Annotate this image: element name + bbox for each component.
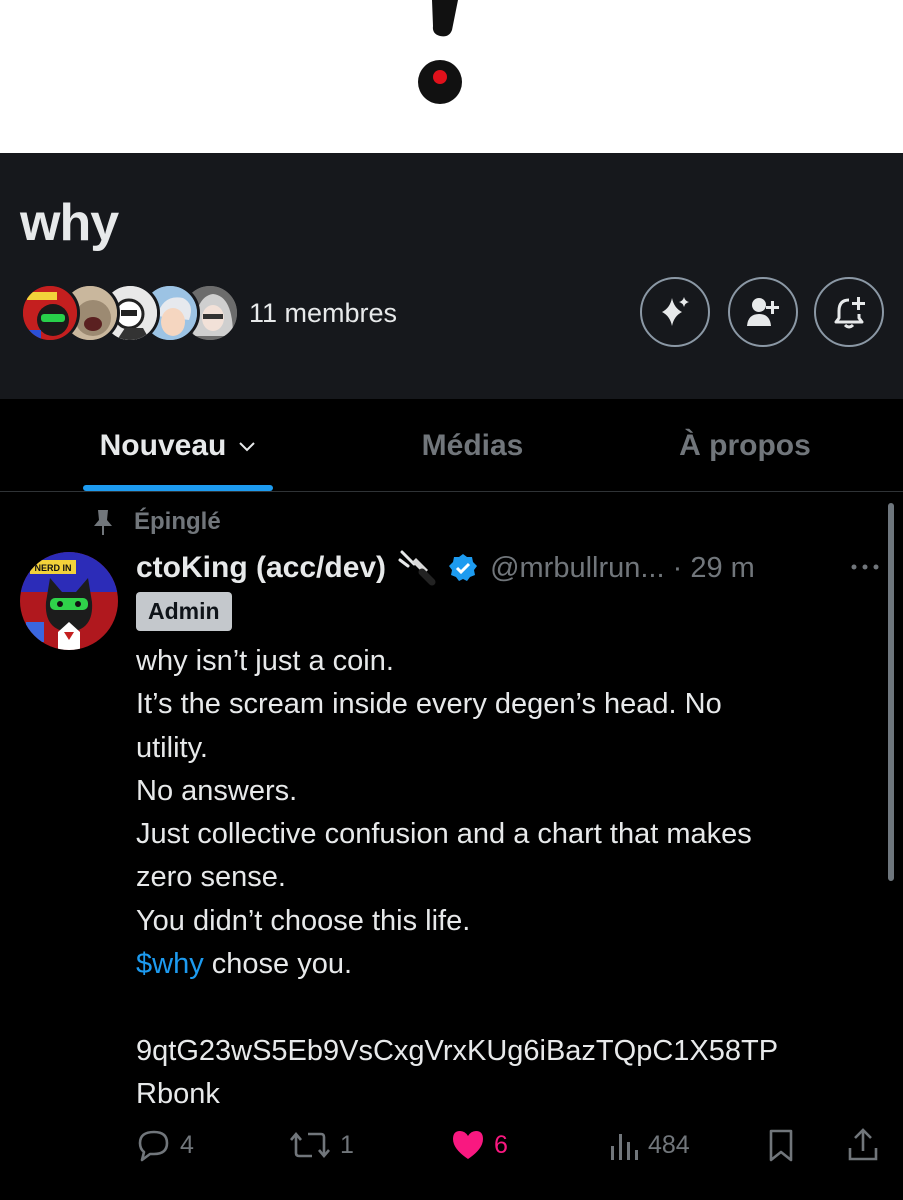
post-blank-line xyxy=(136,986,876,1029)
share-icon xyxy=(848,1128,878,1161)
member-avatars[interactable] xyxy=(20,281,240,345)
reply-button[interactable]: 4 xyxy=(136,1122,194,1168)
svg-text:NERD IN: NERD IN xyxy=(34,563,71,573)
pinned-label: Épinglé xyxy=(134,508,221,535)
tab-a-propos[interactable]: À propos xyxy=(660,399,830,492)
pin-icon xyxy=(94,510,112,535)
active-tab-indicator xyxy=(83,485,273,491)
views-count: 484 xyxy=(648,1130,690,1159)
bookmark-icon xyxy=(769,1129,793,1162)
verified-badge-icon xyxy=(449,554,478,581)
scrollbar-thumb[interactable] xyxy=(888,503,894,881)
tab-label: Nouveau xyxy=(99,428,227,462)
members-count[interactable]: 11 membres xyxy=(249,298,397,329)
cashtag-link[interactable]: $why xyxy=(136,948,204,980)
notifications-button[interactable] xyxy=(814,277,884,347)
post-line: zero sense. xyxy=(136,861,286,894)
post-line: why isn’t just a coin. xyxy=(136,645,394,677)
sparkle-icon xyxy=(662,297,689,326)
bookmark-button[interactable] xyxy=(766,1122,796,1168)
views-button[interactable]: 484 xyxy=(608,1122,690,1168)
tab-medias[interactable]: Médias xyxy=(380,399,565,492)
post-author-avatar[interactable]: NERD IN xyxy=(20,552,118,650)
post-line: It’s the scream inside every degen’s hea… xyxy=(136,688,722,721)
repost-icon xyxy=(290,1131,330,1159)
community-tabs: Nouveau Médias À propos xyxy=(0,399,903,492)
admin-badge: Admin xyxy=(136,592,232,631)
pinned-indicator: Épinglé xyxy=(90,505,221,539)
add-member-icon xyxy=(747,298,779,326)
more-icon xyxy=(851,564,879,570)
reply-count: 4 xyxy=(180,1130,194,1159)
post-more-button[interactable] xyxy=(848,552,882,582)
community-header: why 11 membres xyxy=(0,153,903,399)
grok-summary-button[interactable] xyxy=(640,277,710,347)
tab-label: À propos xyxy=(679,428,811,462)
repost-count: 1 xyxy=(340,1130,354,1159)
reply-icon xyxy=(138,1130,169,1162)
add-notification-icon xyxy=(834,297,865,329)
heart-icon xyxy=(453,1131,483,1159)
post-actions: 4 1 6 484 xyxy=(0,1122,903,1168)
members-row[interactable]: 11 membres xyxy=(20,281,397,345)
author-name[interactable]: ctoKing (acc/dev) xyxy=(136,551,386,585)
member-avatar-nerd xyxy=(20,283,80,343)
banner-artwork xyxy=(418,0,462,104)
community-banner[interactable] xyxy=(0,0,903,153)
repost-button[interactable]: 1 xyxy=(288,1122,354,1168)
author-handle-timestamp[interactable]: @mrbullrun... · 29 m xyxy=(490,552,755,585)
post-text: why isn’t just a coin. It’s the scream i… xyxy=(136,640,876,1116)
views-chart-icon xyxy=(611,1134,638,1160)
cashtag-rest: chose you. xyxy=(203,948,353,981)
like-count: 6 xyxy=(494,1130,508,1159)
post-line: No answers. xyxy=(136,774,298,807)
tab-label: Médias xyxy=(421,428,524,462)
community-title: why xyxy=(20,194,119,252)
plug-emoji-icon xyxy=(398,550,436,586)
post-line-cashtag: $why chose you. xyxy=(136,943,876,986)
post-header: ctoKing (acc/dev) @mrbullrun... · 29 m xyxy=(136,546,755,590)
author-avatar-image: NERD IN xyxy=(20,552,118,650)
chevron-down-icon xyxy=(239,441,256,451)
tab-nouveau[interactable]: Nouveau xyxy=(83,399,273,492)
invite-member-button[interactable] xyxy=(728,277,798,347)
share-button[interactable] xyxy=(846,1122,880,1168)
post-line: You didn’t choose this life. xyxy=(136,904,471,937)
post-line: Just collective confusion and a chart th… xyxy=(136,818,752,851)
post-address-line: Rbonk xyxy=(136,1077,220,1110)
like-button[interactable]: 6 xyxy=(450,1122,508,1168)
post-address-line: 9qtG23wS5Eb9VsCxgVrxKUg6iBazTQpC1X58TP xyxy=(136,1034,779,1067)
post-line: utility. xyxy=(136,731,208,764)
